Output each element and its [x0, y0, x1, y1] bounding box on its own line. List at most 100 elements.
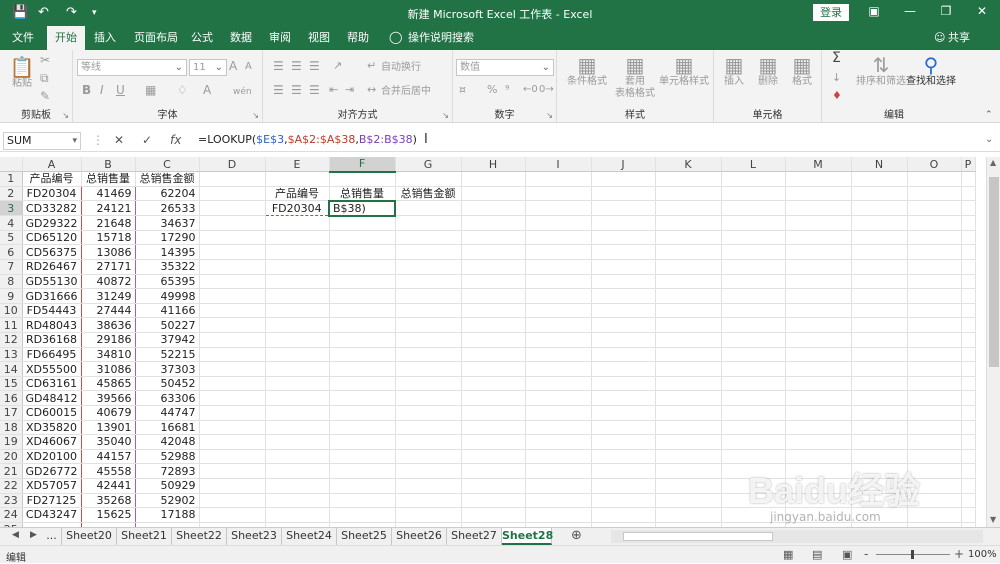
cell[interactable]: [591, 361, 656, 377]
column-header[interactable]: B: [81, 157, 136, 173]
cell-c[interactable]: 49998: [135, 288, 200, 304]
cell[interactable]: [591, 332, 656, 348]
column-header[interactable]: O: [907, 157, 962, 173]
cell-a[interactable]: CD60015: [21, 405, 82, 421]
row-header[interactable]: 5: [0, 230, 23, 246]
cell[interactable]: [655, 274, 722, 290]
cell[interactable]: [461, 493, 526, 509]
cell[interactable]: [851, 274, 908, 290]
cell-d[interactable]: [199, 171, 266, 187]
cell[interactable]: [961, 274, 976, 290]
cell-f[interactable]: [329, 361, 396, 377]
cell-b[interactable]: 39566: [80, 390, 136, 406]
cell-c[interactable]: 42048: [135, 434, 200, 450]
cell[interactable]: [721, 434, 786, 450]
comma-style-icon[interactable]: ⁹: [505, 84, 509, 96]
cell[interactable]: [851, 361, 908, 377]
cell-b[interactable]: 31086: [80, 361, 136, 377]
cell-g[interactable]: [395, 420, 462, 436]
clear-icon[interactable]: ♦: [832, 90, 842, 102]
cell[interactable]: [721, 347, 786, 363]
cell[interactable]: [851, 244, 908, 261]
cell-b[interactable]: 44157: [80, 449, 136, 465]
format-cells-button[interactable]: ▦ 格式: [786, 54, 818, 88]
cell[interactable]: [461, 288, 526, 304]
tab-data[interactable]: 数据: [225, 26, 257, 50]
increase-indent-icon[interactable]: ⇥: [345, 84, 354, 96]
cell-c[interactable]: 16681: [135, 420, 200, 436]
cell[interactable]: [525, 434, 592, 450]
cell[interactable]: [961, 507, 976, 523]
cell[interactable]: [525, 420, 592, 436]
cell-b[interactable]: 13901: [80, 420, 136, 436]
cell-f[interactable]: [329, 463, 396, 479]
row-header[interactable]: 23: [0, 493, 23, 509]
cell[interactable]: [851, 434, 908, 450]
cell[interactable]: [655, 215, 722, 231]
cell[interactable]: [525, 317, 592, 334]
sheet-tab[interactable]: Sheet23: [227, 528, 282, 545]
cell[interactable]: [461, 347, 526, 363]
cell[interactable]: [721, 390, 786, 406]
row-header[interactable]: 4: [0, 215, 23, 231]
cell-f[interactable]: [329, 478, 396, 494]
scroll-down-icon[interactable]: ▼: [990, 515, 996, 524]
cell[interactable]: [461, 376, 526, 392]
zoom-out-button[interactable]: -: [864, 547, 868, 561]
row-header[interactable]: 2: [0, 186, 23, 202]
cell[interactable]: [525, 347, 592, 363]
cell[interactable]: [961, 317, 976, 334]
cell[interactable]: [907, 420, 962, 436]
cell-a[interactable]: 产品编号: [22, 171, 82, 187]
cell[interactable]: [961, 244, 976, 261]
cell-f[interactable]: [329, 332, 396, 348]
cell-a[interactable]: XD57057: [21, 478, 82, 494]
cell[interactable]: [461, 303, 526, 319]
cell-g[interactable]: [395, 390, 462, 406]
cell-c[interactable]: 35322: [135, 259, 200, 275]
cell-a[interactable]: GD26772: [21, 463, 82, 479]
cell[interactable]: [525, 215, 592, 231]
font-size-combo[interactable]: 11 ⌄: [189, 59, 227, 76]
align-top-icon[interactable]: ☰: [273, 60, 284, 72]
cell[interactable]: [461, 420, 526, 436]
hscroll-thumb[interactable]: [623, 532, 773, 541]
cell[interactable]: [591, 259, 656, 275]
orientation-icon[interactable]: ↗: [333, 60, 342, 72]
cell-f2[interactable]: 总销售量: [329, 186, 396, 202]
align-left-icon[interactable]: ☰: [273, 84, 284, 96]
row-header[interactable]: 1: [0, 171, 23, 187]
row-header[interactable]: 13: [0, 347, 23, 363]
cell[interactable]: [907, 215, 962, 231]
cell-g[interactable]: [395, 288, 462, 304]
cell-f[interactable]: [329, 230, 396, 246]
vertical-scrollbar[interactable]: ▲ ▼: [986, 157, 1000, 527]
cell[interactable]: [655, 434, 722, 450]
cell-d[interactable]: [199, 200, 266, 217]
cell[interactable]: [461, 332, 526, 348]
cell-b[interactable]: 35268: [80, 493, 136, 509]
cell-d[interactable]: [199, 463, 266, 479]
insert-function-icon[interactable]: fx: [170, 133, 181, 147]
cell[interactable]: [851, 347, 908, 363]
cell-g2[interactable]: 总销售金额: [395, 186, 462, 202]
grow-font-icon[interactable]: A: [229, 60, 237, 72]
column-header[interactable]: C: [135, 157, 200, 173]
cell-f[interactable]: [329, 288, 396, 304]
cell-g[interactable]: [395, 493, 462, 509]
cell-b[interactable]: 40679: [80, 405, 136, 421]
cell-c[interactable]: 41166: [135, 303, 200, 319]
cell-c[interactable]: 17290: [135, 230, 200, 246]
row-header[interactable]: 9: [0, 288, 23, 304]
copy-icon[interactable]: ⧉: [40, 72, 49, 84]
sheet-tab[interactable]: Sheet27: [447, 528, 502, 545]
cell[interactable]: [907, 390, 962, 406]
cell[interactable]: [461, 186, 526, 202]
cell[interactable]: [461, 449, 526, 465]
cell-c[interactable]: 63306: [135, 390, 200, 406]
cell[interactable]: [785, 390, 852, 406]
cell[interactable]: [785, 434, 852, 450]
cell[interactable]: [461, 361, 526, 377]
cell[interactable]: [591, 288, 656, 304]
dialog-launcher-icon[interactable]: ↘: [546, 111, 553, 120]
